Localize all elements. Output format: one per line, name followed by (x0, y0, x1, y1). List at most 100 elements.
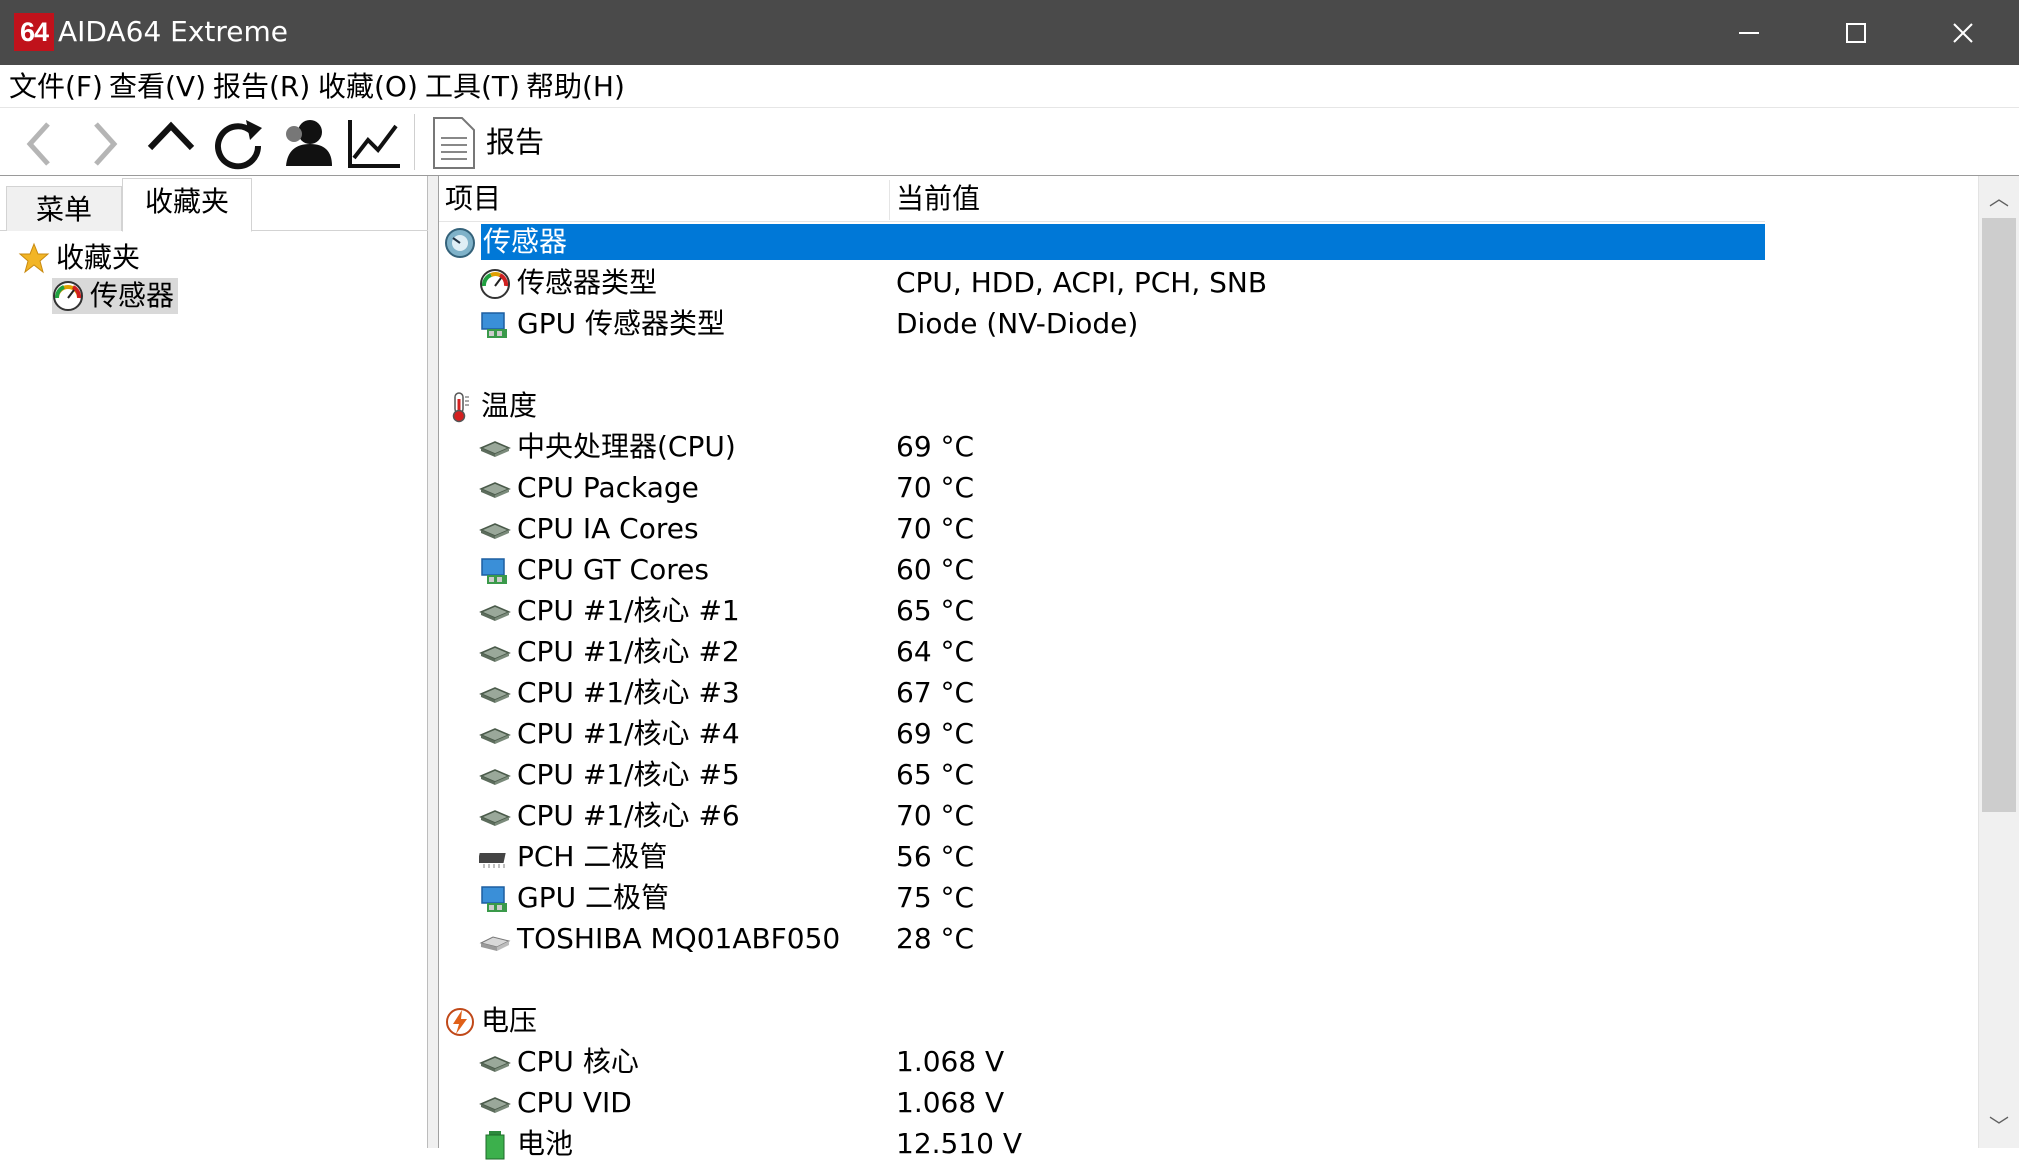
table-row[interactable]: CPU IA Cores 70 °C (439, 509, 1765, 550)
row-item-label: PCH 二极管 (517, 840, 668, 873)
table-group-row[interactable]: 电压 (439, 1001, 1765, 1042)
row-value: 1.068 V (896, 1045, 1005, 1078)
column-header-value[interactable]: 当前值 (896, 182, 980, 216)
pane-splitter[interactable] (428, 176, 438, 1148)
table-spacer-row (439, 345, 1765, 386)
user-button[interactable] (276, 112, 336, 172)
table-row[interactable]: CPU 核心 1.068 V (439, 1042, 1765, 1083)
table-group-row[interactable]: 温度 (439, 386, 1765, 427)
maximize-button[interactable] (1803, 0, 1909, 65)
row-item-label: 传感器 (481, 224, 1765, 260)
report-button[interactable] (426, 112, 486, 172)
cpu-chip-icon (479, 1088, 511, 1120)
scroll-up-arrow-icon[interactable]: ︿ (1979, 180, 2019, 216)
cpu-chip-icon (479, 1047, 511, 1079)
up-button[interactable] (140, 112, 200, 172)
minimize-icon (1739, 32, 1759, 34)
row-value: 70 °C (896, 512, 975, 545)
hdd-icon (479, 924, 511, 956)
table-row[interactable]: 传感器类型 CPU, HDD, ACPI, PCH, SNB (439, 263, 1765, 304)
row-value: 12.510 V (896, 1127, 1023, 1160)
table-group-row[interactable]: 传感器 (439, 222, 1765, 263)
gpu-icon (479, 555, 511, 587)
row-value: 75 °C (896, 881, 975, 914)
tree-label-favorites: 收藏夹 (56, 241, 141, 274)
forward-button[interactable] (74, 112, 134, 172)
close-icon (1953, 23, 1973, 43)
table-row[interactable]: CPU #1/核心 #1 65 °C (439, 591, 1765, 632)
row-item-label: TOSHIBA MQ01ABF050 (517, 922, 841, 955)
row-item-label: CPU Package (517, 471, 699, 504)
table-row[interactable]: GPU 传感器类型 Diode (NV-Diode) (439, 304, 1765, 345)
table-row[interactable]: CPU #1/核心 #4 69 °C (439, 714, 1765, 755)
chart-button[interactable] (344, 112, 404, 172)
cpu-chip-icon (479, 514, 511, 546)
row-value: 69 °C (896, 717, 975, 750)
tree-item-sensors[interactable]: 传感器 (52, 278, 179, 314)
row-item-label: CPU #1/核心 #5 (517, 758, 740, 791)
table-row[interactable]: CPU Package 70 °C (439, 468, 1765, 509)
refresh-button[interactable] (208, 112, 268, 172)
voltage-icon (444, 1006, 476, 1038)
cpu-chip-icon (479, 760, 511, 792)
table-row[interactable]: 电池 12.510 V (439, 1124, 1765, 1165)
menu-tools[interactable]: 工具(T) (425, 70, 520, 104)
chipset-icon (477, 842, 511, 874)
vertical-scrollbar[interactable]: ︿ ﹀ (1978, 176, 2019, 1148)
row-item-label: 电压 (481, 1004, 538, 1037)
row-item-label: CPU 核心 (517, 1045, 639, 1078)
close-button[interactable] (1910, 0, 2016, 65)
row-item-label: GPU 传感器类型 (517, 307, 725, 340)
column-divider[interactable] (889, 180, 890, 220)
app-logo-icon: 64 (14, 13, 54, 51)
row-item-label: CPU #1/核心 #3 (517, 676, 740, 709)
back-icon (26, 122, 50, 166)
menu-favorites[interactable]: 收藏(O) (318, 70, 418, 104)
row-value: 60 °C (896, 553, 975, 586)
minimize-button[interactable] (1696, 0, 1802, 65)
details-pane: 项目 当前值 传感器 传感器类型 CPU, HDD, ACPI, PCH, SNB G… (438, 176, 1978, 1160)
row-value: Diode (NV-Diode) (896, 307, 1139, 340)
menu-help[interactable]: 帮助(H) (526, 70, 625, 104)
table-row[interactable]: CPU VID 1.068 V (439, 1083, 1765, 1124)
star-icon (18, 242, 50, 274)
cpu-chip-icon (479, 719, 511, 751)
cpu-chip-icon (479, 432, 511, 464)
chart-icon (348, 120, 400, 168)
table-row[interactable]: PCH 二极管 56 °C (439, 837, 1765, 878)
thermometer-icon (444, 391, 476, 423)
table-row[interactable]: TOSHIBA MQ01ABF050 28 °C (439, 919, 1765, 960)
toolbar: 报告 (0, 108, 2019, 176)
row-item-label: 中央处理器(CPU) (517, 430, 736, 463)
row-item-label: CPU VID (517, 1086, 632, 1119)
report-label[interactable]: 报告 (486, 124, 544, 160)
gauge-icon (479, 268, 511, 300)
table-spacer-row (439, 960, 1765, 1001)
table-row[interactable]: CPU GT Cores 60 °C (439, 550, 1765, 591)
table-row[interactable]: CPU #1/核心 #6 70 °C (439, 796, 1765, 837)
tab-favorites[interactable]: 收藏夹 (122, 178, 252, 232)
menu-file[interactable]: 文件(F) (9, 70, 103, 104)
table-row[interactable]: 中央处理器(CPU) 69 °C (439, 427, 1765, 468)
tree-item-favorites[interactable]: 收藏夹 (18, 240, 140, 276)
row-value: 28 °C (896, 922, 975, 955)
table-row[interactable]: CPU #1/核心 #3 67 °C (439, 673, 1765, 714)
table-row[interactable]: GPU 二极管 75 °C (439, 878, 1765, 919)
scrollbar-thumb[interactable] (1982, 218, 2016, 812)
row-item-label: 传感器类型 (517, 266, 658, 299)
window-title: AIDA64 Extreme (58, 15, 289, 48)
cpu-chip-icon (479, 596, 511, 628)
cpu-chip-icon (479, 637, 511, 669)
back-button[interactable] (8, 112, 68, 172)
scroll-down-arrow-icon[interactable]: ﹀ (1979, 1108, 2019, 1144)
row-item-label: 电池 (517, 1127, 574, 1160)
tab-menu[interactable]: 菜单 (6, 186, 122, 231)
menu-view[interactable]: 查看(V) (109, 70, 206, 104)
cpu-chip-icon (479, 678, 511, 710)
nav-tabs: 菜单 收藏夹 (0, 176, 428, 232)
table-row[interactable]: CPU #1/核心 #5 65 °C (439, 755, 1765, 796)
row-item-label: CPU #1/核心 #1 (517, 594, 740, 627)
column-header-item[interactable]: 项目 (445, 182, 501, 216)
table-row[interactable]: CPU #1/核心 #2 64 °C (439, 632, 1765, 673)
menu-report[interactable]: 报告(R) (213, 70, 310, 104)
